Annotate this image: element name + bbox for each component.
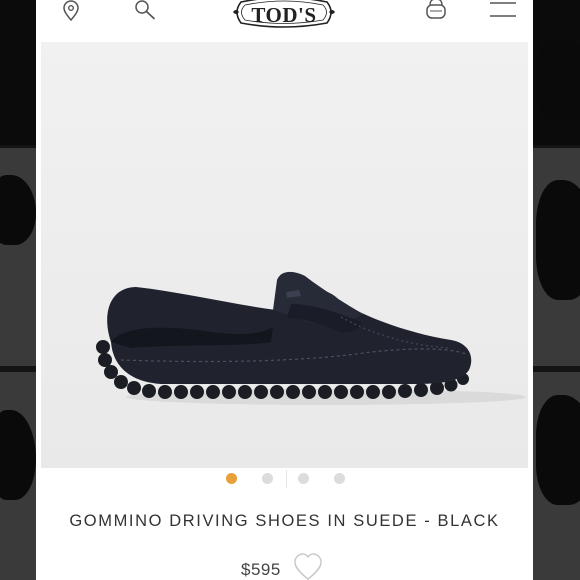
search-icon[interactable] <box>134 0 158 22</box>
carousel-dot-2[interactable] <box>262 473 273 484</box>
background-shoe <box>536 180 580 300</box>
brand-logo[interactable]: TOD'S <box>231 0 337 30</box>
heart-icon[interactable] <box>293 553 323 580</box>
shopping-bag-icon[interactable] <box>425 0 447 20</box>
carousel-divider <box>286 470 287 488</box>
product-price: $595 <box>241 560 281 579</box>
product-image[interactable] <box>41 42 528 468</box>
carousel-dot-4[interactable] <box>334 473 345 484</box>
top-navigation: TOD'S <box>36 0 533 42</box>
carousel-dot-1[interactable] <box>226 473 237 484</box>
background-shoe <box>536 40 580 120</box>
carousel-dot-3[interactable] <box>298 473 309 484</box>
background-shoe <box>536 395 580 505</box>
product-title: GOMMINO DRIVING SHOES IN SUEDE - BLACK <box>69 512 500 530</box>
menu-icon[interactable] <box>489 0 517 20</box>
product-page: TOD'S GOMMINO DRIVING SHOES IN SUEDE - B… <box>36 0 533 580</box>
logo-text: TOD'S <box>251 2 317 27</box>
carousel-indicators <box>36 468 533 490</box>
location-pin-icon[interactable] <box>60 0 82 22</box>
shoe-illustration <box>41 42 528 468</box>
